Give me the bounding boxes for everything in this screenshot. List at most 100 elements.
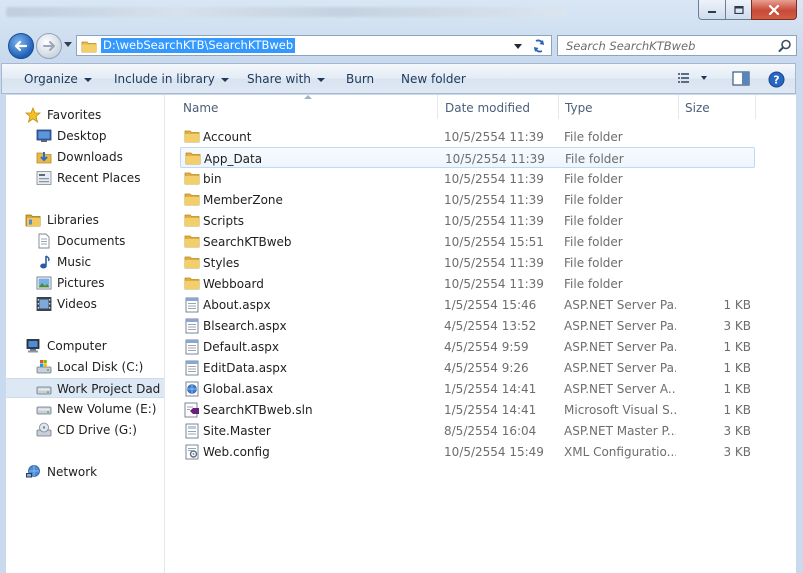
column-divider[interactable]: [678, 95, 679, 119]
nav-work-project-drive[interactable]: Work Project Dad (D: [6, 378, 164, 398]
column-header-size[interactable]: Size: [685, 101, 710, 115]
chevron-down-icon: [220, 77, 229, 82]
file-row[interactable]: Scripts 10/5/2554 11:39 File folder: [180, 210, 755, 231]
file-row[interactable]: Global.asax 1/5/2554 14:41 ASP.NET Server …: [180, 378, 755, 399]
star-icon: [25, 107, 41, 123]
file-row[interactable]: Web.config 10/5/2554 15:49 XML Configurati…: [180, 441, 755, 462]
file-type: File folder: [564, 214, 623, 228]
file-row[interactable]: Styles 10/5/2554 11:39 File folder: [180, 252, 755, 273]
file-row[interactable]: Default.aspx 4/5/2554 9:59 ASP.NET Server …: [180, 336, 755, 357]
arrow-left-icon: [14, 40, 28, 52]
help-button[interactable]: ?: [768, 71, 785, 91]
computer-icon: [26, 339, 40, 353]
preview-pane-button[interactable]: [732, 71, 750, 89]
close-button[interactable]: [751, 0, 797, 20]
file-type: ASP.NET Server Pa...: [564, 319, 676, 333]
nav-network[interactable]: Network: [6, 462, 164, 482]
file-type: XML Configuratio...: [564, 445, 676, 459]
nav-computer[interactable]: Computer: [6, 336, 164, 356]
nav-local-disk[interactable]: Local Disk (C:): [6, 357, 164, 377]
file-row[interactable]: Webboard 10/5/2554 11:39 File folder: [180, 273, 755, 294]
file-row[interactable]: EditData.aspx 4/5/2554 9:26 ASP.NET Server…: [180, 357, 755, 378]
blurred-title-bar: [6, 7, 566, 17]
minimize-button[interactable]: [698, 0, 726, 20]
burn-button[interactable]: Burn: [346, 72, 374, 86]
file-name: Web.config: [203, 445, 270, 459]
file-name: MemberZone: [203, 193, 283, 207]
nav-music[interactable]: Music: [6, 252, 164, 272]
column-header-date[interactable]: Date modified: [445, 101, 530, 115]
folder-icon: [184, 255, 200, 272]
nav-videos[interactable]: Videos: [6, 294, 164, 314]
help-icon: ?: [768, 71, 785, 88]
file-name: SearchKTBweb: [203, 235, 292, 249]
nav-desktop[interactable]: Desktop: [6, 126, 164, 146]
nav-libraries[interactable]: Libraries: [6, 210, 164, 230]
file-row[interactable]: About.aspx 1/5/2554 15:46 ASP.NET Server P…: [180, 294, 755, 315]
address-dropdown-button[interactable]: [511, 36, 525, 56]
nav-cd-drive[interactable]: CD Drive (G:): [6, 420, 164, 440]
file-row[interactable]: Site.Master 8/5/2554 16:04 ASP.NET Master …: [180, 420, 755, 441]
file-type: File folder: [564, 256, 623, 270]
file-row[interactable]: SearchKTBweb.sln 1/5/2554 14:41 Microsoft …: [180, 399, 755, 420]
folder-icon: [185, 151, 201, 168]
file-type: File folder: [564, 235, 623, 249]
file-row[interactable]: MemberZone 10/5/2554 11:39 File folder: [180, 189, 755, 210]
view-details-icon: [678, 73, 707, 83]
file-type: File folder: [564, 172, 623, 186]
aspx-file-icon: [184, 339, 200, 358]
navigation-bar: D:\webSearchKTB\SearchKTBweb Search Sear…: [0, 30, 803, 60]
address-path[interactable]: D:\webSearchKTB\SearchKTBweb: [101, 38, 296, 53]
file-name: App_Data: [204, 152, 263, 166]
nav-documents[interactable]: Documents: [6, 231, 164, 251]
minimize-icon: [708, 10, 716, 13]
file-row[interactable]: SearchKTBweb 10/5/2554 15:51 File folder: [180, 231, 755, 252]
nav-recent-places[interactable]: Recent Places: [6, 168, 164, 188]
column-divider[interactable]: [755, 95, 756, 119]
nav-pictures[interactable]: Pictures: [6, 273, 164, 293]
organize-label: Organize: [24, 72, 78, 86]
file-size: 3 KB: [723, 424, 751, 438]
address-bar[interactable]: D:\webSearchKTB\SearchKTBweb: [76, 35, 552, 56]
nav-downloads[interactable]: Downloads: [6, 147, 164, 167]
file-row[interactable]: Blsearch.aspx 4/5/2554 13:52 ASP.NET Serve…: [180, 315, 755, 336]
file-date-modified: 10/5/2554 15:49: [444, 445, 544, 459]
include-in-library-menu[interactable]: Include in library: [114, 72, 229, 86]
search-icon[interactable]: [778, 39, 792, 53]
column-divider[interactable]: [437, 95, 438, 119]
share-with-menu[interactable]: Share with: [247, 72, 325, 86]
nav-recent-places-label: Recent Places: [57, 171, 141, 185]
chevron-down-icon: [316, 77, 325, 82]
column-header-name[interactable]: Name: [183, 101, 218, 115]
master-file-icon: [184, 423, 200, 442]
maximize-button[interactable]: [725, 0, 752, 20]
recent-pages-dropdown[interactable]: [64, 42, 72, 47]
search-placeholder: Search SearchKTBweb: [566, 39, 696, 53]
search-box[interactable]: Search SearchKTBweb: [557, 35, 797, 56]
column-header-type[interactable]: Type: [565, 101, 593, 115]
folder-icon: [81, 41, 97, 53]
explorer-window: D:\webSearchKTB\SearchKTBweb Search Sear…: [0, 0, 803, 573]
file-date-modified: 1/5/2554 14:41: [444, 382, 537, 396]
forward-button[interactable]: [36, 33, 62, 59]
file-row[interactable]: App_Data 10/5/2554 11:39 File folder: [180, 147, 755, 168]
change-view-button[interactable]: [677, 71, 709, 88]
file-name: Blsearch.aspx: [203, 319, 287, 333]
drive-icon: [36, 406, 52, 415]
refresh-button[interactable]: [529, 37, 549, 55]
file-date-modified: 10/5/2554 11:39: [444, 256, 544, 270]
column-divider[interactable]: [558, 95, 559, 119]
command-bar: Organize Include in library Share with B…: [1, 63, 796, 94]
file-row[interactable]: bin 10/5/2554 11:39 File folder: [180, 168, 755, 189]
file-date-modified: 8/5/2554 16:04: [444, 424, 537, 438]
arrow-right-icon: [43, 41, 55, 51]
new-folder-button[interactable]: New folder: [401, 72, 466, 86]
file-row[interactable]: Account 10/5/2554 11:39 File folder: [180, 126, 755, 147]
back-button[interactable]: [8, 33, 34, 59]
file-name: Webboard: [203, 277, 264, 291]
folder-icon: [184, 213, 200, 230]
nav-favorites[interactable]: Favorites: [6, 105, 164, 125]
file-type: File folder: [564, 277, 623, 291]
organize-menu[interactable]: Organize: [24, 72, 92, 86]
nav-new-volume[interactable]: New Volume (E:): [6, 399, 164, 419]
